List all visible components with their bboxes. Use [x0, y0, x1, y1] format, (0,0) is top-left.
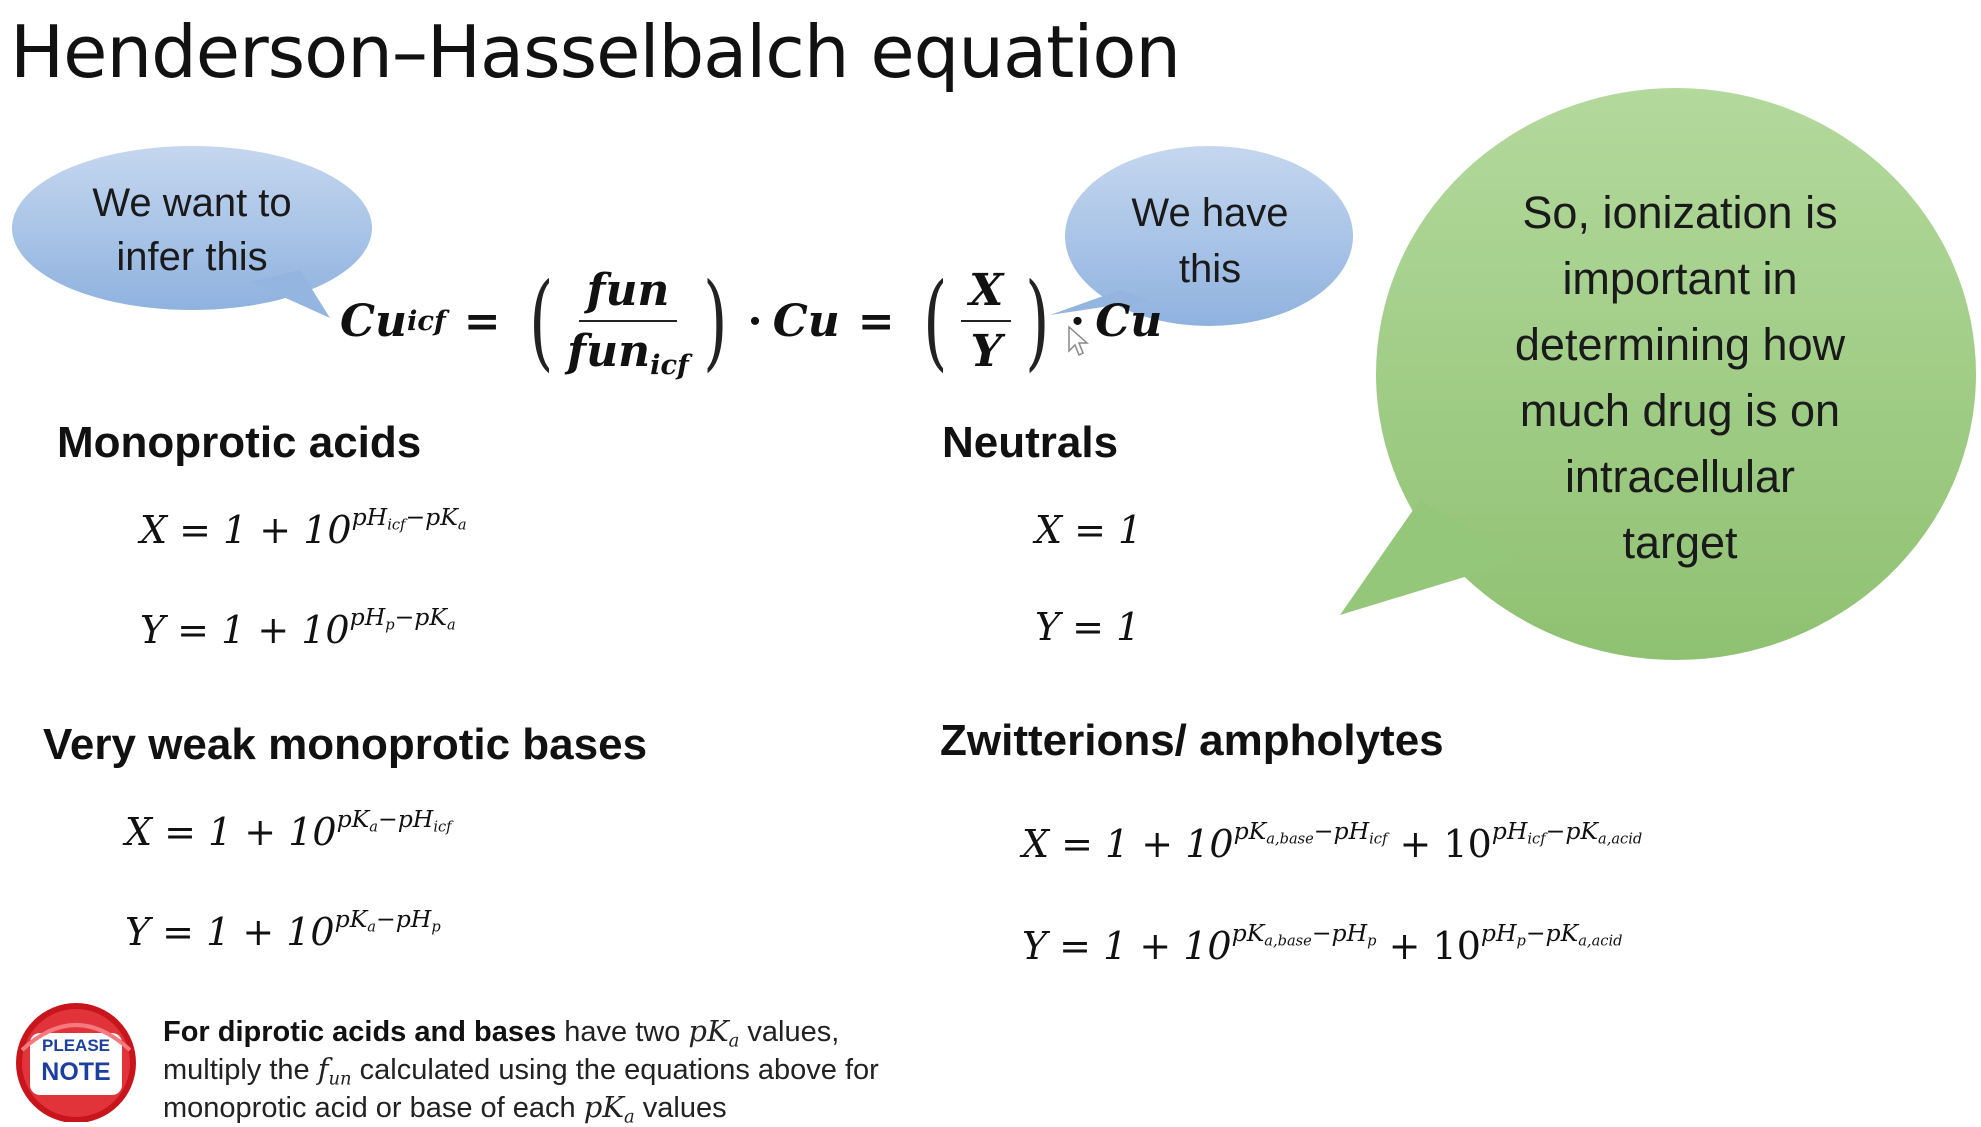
- mono-acids-heading: Monoprotic acids: [57, 418, 422, 467]
- infer-callout-line2: infer this: [116, 235, 268, 279]
- ionization-line-6: target: [1622, 517, 1738, 568]
- neutrals-x-equation: X = 1: [1035, 508, 1143, 552]
- badge-line-2: NOTE: [41, 1058, 111, 1086]
- right-paren-icon: ): [1025, 260, 1050, 382]
- note-line-3: monoprotic acid or base of each pKa valu…: [163, 1090, 727, 1127]
- infer-callout-line1: We want to: [92, 181, 292, 225]
- zwitterions-x-equation: X = 1 + 10pKa,base−pHicf + 10pHicf−pKa,a…: [1022, 817, 1643, 866]
- fraction-y: Y: [970, 326, 1002, 377]
- main-equation: Cu icf = ( fun funicf ) · Cu = ( X Y ) · …: [340, 260, 1163, 382]
- ionization-callout: So, ionization is important in determini…: [1420, 180, 1940, 576]
- note-line-2: multiply the fun calculated using the eq…: [163, 1052, 879, 1090]
- right-paren-icon: ): [702, 260, 728, 382]
- fraction-x: X: [961, 265, 1012, 322]
- ionization-line-5: intracellular: [1564, 451, 1796, 502]
- note-line-1: For diprotic acids and bases have two pK…: [163, 1014, 840, 1052]
- mono-acids-x-equation: X = 1 + 10pHicf−pKa: [140, 503, 467, 552]
- fraction-denominator: funicf: [567, 326, 689, 382]
- weak-bases-x-equation: X = 1 + 10pKa−pHicf: [125, 805, 452, 854]
- fun-ratio-fraction: fun funicf: [567, 265, 689, 382]
- ionization-line-2: important in: [1562, 253, 1798, 304]
- left-paren-icon: (: [922, 260, 948, 382]
- main-eq-mid: Cu: [772, 295, 840, 347]
- main-eq-dot-1: ·: [747, 295, 763, 347]
- weak-bases-y-equation: Y = 1 + 10pKa−pHp: [125, 905, 441, 954]
- weak-bases-heading: Very weak monoprotic bases: [43, 720, 648, 769]
- zwitterions-heading: Zwitterions/ ampholytes: [940, 716, 1444, 765]
- xy-ratio-fraction: X Y: [961, 265, 1012, 377]
- please-note-badge: PLEASE NOTE: [30, 1036, 122, 1088]
- main-eq-equals-2: =: [857, 295, 895, 347]
- have-callout-line1: We have: [1131, 191, 1289, 235]
- ionization-line-4: much drug is on: [1519, 385, 1841, 436]
- neutrals-y-equation: Y = 1: [1035, 605, 1141, 649]
- infer-callout: We want to infer this: [62, 176, 322, 284]
- badge-line-1: PLEASE: [41, 1036, 111, 1055]
- neutrals-heading: Neutrals: [942, 418, 1119, 467]
- mono-acids-y-equation: Y = 1 + 10pHp−pKa: [140, 603, 456, 652]
- zwitterions-y-equation: Y = 1 + 10pKa,base−pHp + 10pHp−pKa,acid: [1022, 919, 1623, 968]
- main-eq-lhs: Cu icf: [340, 295, 446, 347]
- main-eq-rhs: Cu: [1095, 295, 1163, 347]
- left-paren-icon: (: [528, 260, 554, 382]
- fraction-numerator: fun: [578, 265, 678, 322]
- ionization-line-1: So, ionization is: [1522, 187, 1838, 238]
- ionization-line-3: determining how: [1514, 319, 1846, 370]
- main-eq-equals-1: =: [463, 295, 501, 347]
- diprotic-note: For diprotic acids and bases have two pK…: [163, 1013, 879, 1127]
- mouse-cursor-icon: [1068, 325, 1089, 357]
